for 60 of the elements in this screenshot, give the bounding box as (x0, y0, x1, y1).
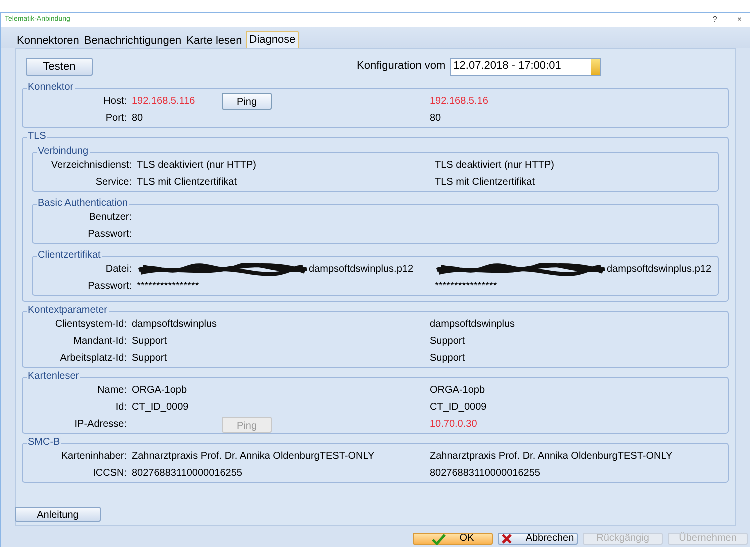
field-value: CT_ID_0009 (430, 401, 487, 415)
tab[interactable]: Karte lesen (186, 33, 244, 48)
field-value: 80 (430, 112, 442, 126)
field-value: dampsoftdswinplus.p12 (309, 263, 414, 277)
group-title: Kontextparameter (27, 304, 108, 318)
field-value: **************** (137, 280, 200, 294)
field-label: Service: (94, 176, 133, 190)
tab[interactable]: Diagnose (246, 31, 299, 48)
tab[interactable]: Konnektoren (16, 33, 80, 48)
field-label: Karteninhaber: (60, 450, 128, 464)
field-value: 80 (132, 112, 144, 126)
field-value: Support (132, 352, 168, 366)
field-label: Benutzer: (88, 211, 133, 225)
field-value: TLS mit Clientzertifikat (137, 176, 238, 190)
date-dropdown[interactable]: 12.07.2018 - 17:00:01 (450, 58, 601, 76)
field-label: Passwort: (87, 280, 133, 294)
group-title: Verbindung (37, 145, 90, 159)
field-value: Zahnarztpraxis Prof. Dr. Annika OldenburgTEST-ONLY (132, 450, 375, 464)
field-value: CT_ID_0009 (132, 401, 189, 415)
field-value: Support (430, 335, 466, 349)
field-value: 80276883110000016255 (430, 467, 540, 481)
field-label: Id: (114, 401, 128, 415)
test-button[interactable]: Testen (26, 58, 93, 76)
field-value: **************** (435, 280, 498, 294)
field-label: Clientsystem-Id: (54, 318, 128, 332)
ping-button[interactable]: Ping (222, 93, 272, 110)
close-button[interactable]: × (737, 14, 742, 26)
field-value: Support (430, 352, 466, 366)
check-icon (432, 534, 446, 544)
field-value: ORGA-1opb (132, 384, 188, 398)
field-label: IP-Adresse: (74, 418, 128, 432)
field-value: TLS deaktiviert (nur HTTP) (435, 159, 554, 173)
field-value: dampsoftdswinplus (132, 318, 218, 332)
field-value: 192.168.5.116 (132, 95, 196, 109)
field-label: Name: (96, 384, 128, 398)
field-label: Datei: (104, 263, 133, 277)
field-value: TLS mit Clientzertifikat (435, 176, 536, 190)
dialog-button[interactable]: OK (413, 533, 493, 545)
field-value: ORGA-1opb (430, 384, 486, 398)
tab[interactable]: Benachrichtigungen (83, 33, 183, 48)
field-value: dampsoftdswinplus.p12 (607, 263, 712, 277)
guide-button[interactable]: Anleitung (15, 507, 101, 522)
field-value: dampsoftdswinplus (430, 318, 516, 332)
field-value: 192.168.5.16 (430, 95, 488, 109)
field-label: Mandant-Id: (72, 335, 128, 349)
help-button[interactable]: ? (712, 14, 718, 26)
field-value: Zahnarztpraxis Prof. Dr. Annika OldenburgTEST-ONLY (430, 450, 673, 464)
field-label: Passwort: (87, 228, 133, 242)
field-value: 10.70.0.30 (430, 418, 478, 432)
field-label: Verzeichnisdienst: (50, 159, 133, 173)
field-label: Host: (102, 95, 128, 109)
cross-icon (502, 534, 512, 544)
field-value: Support (132, 335, 168, 349)
field-label: ICCSN: (92, 467, 128, 481)
field-label: Arbeitsplatz-Id: (59, 352, 128, 366)
dialog-button[interactable]: Abbrechen (498, 533, 578, 545)
field-value: 80276883110000016255 (132, 467, 242, 481)
field-value: TLS deaktiviert (nur HTTP) (137, 159, 256, 173)
config-label: Konfiguration vom (357, 59, 447, 74)
field-label: Port: (104, 112, 128, 126)
